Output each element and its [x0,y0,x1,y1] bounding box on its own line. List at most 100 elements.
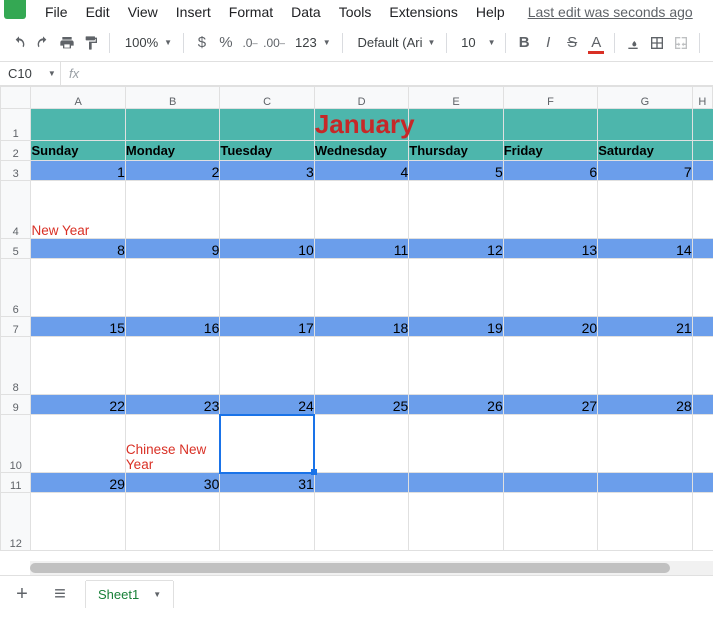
cell[interactable] [692,473,712,493]
cell[interactable] [125,109,219,141]
select-all-corner[interactable] [1,87,31,109]
cell[interactable]: 16 [125,317,219,337]
row-header[interactable]: 12 [1,493,31,551]
cell[interactable] [598,415,692,473]
cell[interactable]: 7 [598,161,692,181]
cell[interactable] [598,259,692,317]
cell[interactable] [31,493,125,551]
italic-button[interactable]: I [537,30,559,56]
cell[interactable] [314,259,408,317]
row-header[interactable]: 7 [1,317,31,337]
column-header[interactable]: H [692,87,712,109]
menu-edit[interactable]: Edit [77,0,119,24]
cell[interactable]: January [314,109,408,141]
cell[interactable]: 8 [31,239,125,259]
cell[interactable]: Saturday [598,141,692,161]
cell[interactable]: 3 [220,161,314,181]
fill-color-button[interactable] [622,30,644,56]
cell[interactable] [692,161,712,181]
column-header[interactable]: C [220,87,314,109]
strikethrough-button[interactable]: S [561,30,583,56]
cell[interactable]: Monday [125,141,219,161]
cell[interactable] [692,395,712,415]
cell[interactable]: 23 [125,395,219,415]
font-size-combo[interactable]: 10▼ [454,30,498,56]
cell[interactable]: 5 [409,161,503,181]
row-header[interactable]: 11 [1,473,31,493]
horizontal-scrollbar-thumb[interactable] [30,563,670,573]
cell[interactable] [692,493,712,551]
row-header[interactable]: 2 [1,141,31,161]
cell[interactable]: 2 [125,161,219,181]
cell[interactable]: 14 [598,239,692,259]
name-box[interactable]: C10▼ [0,66,60,81]
cell[interactable]: 19 [409,317,503,337]
cell[interactable] [503,109,597,141]
redo-button[interactable] [32,30,54,56]
column-header[interactable]: G [598,87,692,109]
cell[interactable] [409,259,503,317]
cell[interactable]: 28 [598,395,692,415]
cell[interactable]: 11 [314,239,408,259]
cell[interactable] [598,493,692,551]
column-header[interactable]: D [314,87,408,109]
all-sheets-button[interactable]: ≡ [48,583,72,606]
cell[interactable]: 12 [409,239,503,259]
column-header[interactable]: B [125,87,219,109]
cell[interactable] [409,337,503,395]
cell[interactable] [598,181,692,239]
horizontal-scrollbar[interactable] [30,561,713,575]
cell[interactable]: 15 [31,317,125,337]
cell[interactable]: 26 [409,395,503,415]
cell[interactable] [692,239,712,259]
cell[interactable]: 22 [31,395,125,415]
cell[interactable]: Thursday [409,141,503,161]
row-header[interactable]: 9 [1,395,31,415]
cell[interactable] [125,493,219,551]
increase-decimal-button[interactable]: .00_ [263,30,285,56]
row-header[interactable]: 6 [1,259,31,317]
sheet-tab-menu-icon[interactable]: ▼ [153,590,161,599]
cell[interactable] [220,337,314,395]
row-header[interactable]: 10 [1,415,31,473]
cell[interactable]: Friday [503,141,597,161]
cell[interactable] [220,109,314,141]
cell[interactable] [409,415,503,473]
cell[interactable] [692,141,712,161]
cell[interactable] [598,337,692,395]
cell[interactable] [503,181,597,239]
cell[interactable]: 29 [31,473,125,493]
cell[interactable] [314,493,408,551]
cell[interactable]: 20 [503,317,597,337]
sheet-area[interactable]: ABCDEFGH1January2SundayMondayTuesdayWedn… [0,86,713,575]
last-edit-link[interactable]: Last edit was seconds ago [528,4,693,20]
cell[interactable] [503,337,597,395]
cell[interactable]: 18 [314,317,408,337]
cell[interactable] [692,181,712,239]
cell[interactable]: Chinese New Year [125,415,219,473]
cell[interactable] [220,415,314,473]
cell[interactable]: 24 [220,395,314,415]
cell[interactable]: 9 [125,239,219,259]
percent-button[interactable]: % [215,30,237,56]
menu-insert[interactable]: Insert [167,0,220,24]
cell[interactable] [692,337,712,395]
paint-format-button[interactable] [80,30,102,56]
cell[interactable] [314,337,408,395]
menu-format[interactable]: Format [220,0,282,24]
cell[interactable] [409,473,503,493]
cell[interactable]: 1 [31,161,125,181]
currency-button[interactable]: $ [191,30,213,56]
cell[interactable]: 30 [125,473,219,493]
cell[interactable] [31,415,125,473]
cell[interactable]: 25 [314,395,408,415]
bold-button[interactable]: B [513,30,535,56]
cell[interactable]: 17 [220,317,314,337]
cell[interactable] [503,415,597,473]
decrease-decimal-button[interactable]: .0_ [239,30,261,56]
cell[interactable]: Sunday [31,141,125,161]
cell[interactable] [31,337,125,395]
row-header[interactable]: 5 [1,239,31,259]
borders-button[interactable] [646,30,668,56]
column-header[interactable]: E [409,87,503,109]
